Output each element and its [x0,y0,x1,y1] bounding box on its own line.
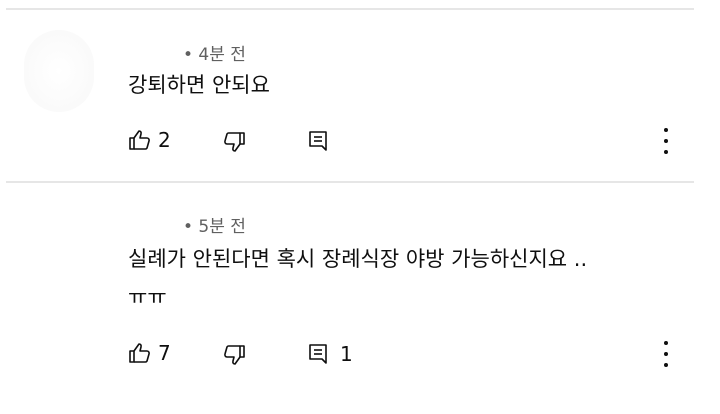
like-count: 2 [158,128,171,152]
comment-text: 실례가 안된다면 혹시 장례식장 야방 가능하신지요 .. ㅠㅠ [128,240,587,316]
top-divider [6,8,694,10]
reply-count: 1 [340,342,353,366]
reply-button[interactable] [306,129,336,153]
dislike-button[interactable] [222,130,246,154]
more-vertical-icon [664,128,668,132]
reply-icon [309,344,327,364]
more-vertical-icon [664,341,668,345]
comment-text-line: 강퇴하면 안되요 [128,73,270,97]
like-button[interactable]: 7 [128,341,171,365]
more-options-button[interactable] [656,128,676,154]
avatar[interactable] [24,30,94,112]
comment-timestamp: • 4분 전 [183,45,246,65]
thumb-up-icon [129,343,150,363]
thumb-down-icon [224,132,245,152]
comment-timestamp: • 5분 전 [183,217,246,237]
thumb-down-icon [224,345,245,365]
comment-text: 강퇴하면 안되요 [128,66,270,104]
like-button[interactable]: 2 [128,128,171,152]
reply-button[interactable]: 1 [306,342,353,366]
like-count: 7 [158,341,171,365]
more-options-button[interactable] [656,341,676,367]
comment-divider [6,181,694,183]
thumb-up-icon [129,130,150,150]
comment-text-line: ㅠㅠ [128,285,167,309]
dislike-button[interactable] [222,343,246,367]
comment-text-line: 실례가 안된다면 혹시 장례식장 야방 가능하신지요 .. [128,247,588,271]
reply-icon [309,131,327,151]
